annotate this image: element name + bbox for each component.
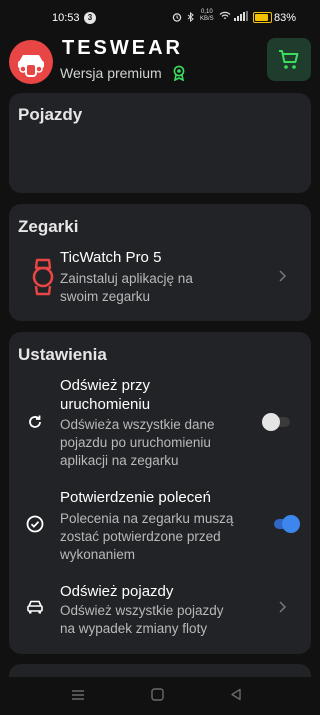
- chevron-right-icon: [279, 601, 287, 613]
- check-circle-icon: [26, 515, 44, 533]
- recent-apps-icon[interactable]: [71, 689, 85, 701]
- command-confirmation-setting[interactable]: Potwierdzenie poleceń Polecenia na zegar…: [9, 488, 311, 562]
- toggle-knob: [282, 515, 300, 533]
- battery-icon: [253, 12, 272, 23]
- refresh-on-launch-desc-1: Odświeża wszystkie dane: [60, 417, 215, 432]
- watches-title: Zegarki: [18, 217, 79, 236]
- refresh-on-launch-toggle[interactable]: [262, 413, 294, 431]
- cart-button[interactable]: [267, 38, 311, 81]
- bluetooth-icon: [187, 12, 194, 23]
- command-confirmation-desc-3: wykonaniem: [60, 547, 136, 562]
- home-icon[interactable]: [151, 688, 164, 701]
- car-icon: [27, 600, 43, 614]
- premium-badge-icon: [173, 65, 185, 81]
- status-icons: [172, 12, 195, 23]
- app-logo: [9, 40, 53, 84]
- command-confirmation-title: Potwierdzenie poleceń: [60, 489, 211, 506]
- car-logo-icon: [18, 55, 44, 77]
- refresh-vehicles-title: Odśwież pojazdy: [60, 583, 174, 600]
- refresh-on-launch-setting[interactable]: Odśwież przy uruchomieniu Odświeża wszys…: [9, 376, 311, 472]
- settings-card: Ustawienia Odśwież przy uruchomieniu Odś…: [9, 332, 311, 654]
- refresh-vehicles-desc-1: Odśwież wszystkie pojazdy: [60, 603, 224, 618]
- refresh-on-launch-title-2: uruchomieniu: [60, 396, 151, 413]
- watch-icon: [32, 258, 54, 296]
- watch-item-ticwatch[interactable]: TicWatch Pro 5 Zainstaluj aplikację na s…: [9, 246, 311, 312]
- refresh-on-launch-desc-2: pojazdu po uruchomieniu: [60, 435, 211, 450]
- refresh-vehicles-setting[interactable]: Odśwież pojazdy Odśwież wszystkie pojazd…: [9, 580, 311, 640]
- command-confirmation-desc-2: zostać potwierdzone przed: [60, 529, 221, 544]
- network-speed-value: 0,10: [201, 9, 213, 15]
- watches-card: Zegarki TicWatch Pro 5 Zainstaluj aplika…: [9, 204, 311, 321]
- command-confirmation-toggle[interactable]: [272, 515, 302, 533]
- settings-title: Ustawienia: [18, 345, 107, 364]
- watch-name: TicWatch Pro 5: [60, 249, 162, 266]
- signal-icon: [234, 11, 248, 21]
- network-speed: 0,10 KB/S: [200, 9, 214, 23]
- vehicles-title: Pojazdy: [18, 105, 83, 124]
- command-confirmation-desc-1: Polecenia na zegarku muszą: [60, 511, 234, 526]
- toggle-knob: [262, 413, 280, 431]
- watch-status-line-2: swoim zegarku: [60, 289, 151, 304]
- battery-percent: 83%: [274, 12, 297, 24]
- wifi-icon: [219, 11, 231, 19]
- refresh-icon: [29, 415, 41, 428]
- status-bar: 10:53 3 0,10 KB/S 83%: [0, 0, 320, 36]
- premium-version-label: Wersja premium: [60, 65, 162, 81]
- back-icon[interactable]: [230, 688, 242, 701]
- app-header: TESWEAR Wersja premium: [0, 36, 320, 86]
- notification-count-badge: 3: [84, 12, 96, 24]
- watch-status-line-1: Zainstaluj aplikację na: [60, 271, 193, 286]
- brand-name: TESWEAR: [62, 37, 183, 59]
- alarm-icon: [172, 13, 182, 23]
- refresh-on-launch-desc-3: aplikacji na zegarku: [60, 453, 179, 468]
- shopping-cart-icon: [279, 49, 299, 69]
- network-speed-unit: KB/S: [200, 16, 214, 22]
- refresh-on-launch-title-1: Odśwież przy: [60, 377, 151, 394]
- refresh-vehicles-desc-2: na wypadek zmiany floty: [60, 621, 208, 636]
- system-navigation-bar: [0, 677, 320, 715]
- vehicles-card: Pojazdy: [9, 93, 311, 193]
- chevron-right-icon: [279, 270, 287, 282]
- status-time: 10:53: [52, 12, 80, 24]
